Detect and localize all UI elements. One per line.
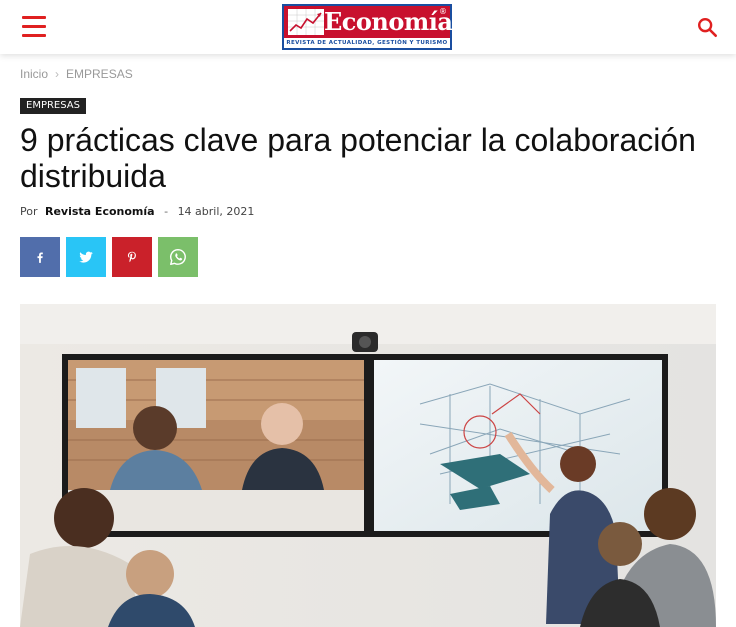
- featured-image: [20, 304, 716, 627]
- facebook-icon: [37, 252, 43, 263]
- author-link[interactable]: Revista Economía: [45, 205, 155, 218]
- by-label: Por: [20, 205, 38, 218]
- hamburger-icon[interactable]: [22, 16, 46, 38]
- logo-tagline: REVISTA DE ACTUALIDAD, GESTIÓN Y TURISMO: [286, 40, 448, 46]
- pinterest-icon: [127, 251, 136, 263]
- registered-mark: ®: [439, 7, 447, 16]
- breadcrumb-separator: ›: [55, 67, 60, 81]
- logo-title: Economía: [324, 7, 453, 36]
- breadcrumb: Inicio › EMPRESAS: [20, 67, 133, 81]
- facebook-share-button[interactable]: [20, 237, 60, 277]
- publish-date: 14 abril, 2021: [177, 205, 255, 218]
- whatsapp-icon: [170, 248, 186, 266]
- top-bar: Economía ® REVISTA DE ACTUALIDAD, GESTIÓ…: [0, 0, 736, 54]
- article-meta: Por Revista Economía - 14 abril, 2021: [20, 205, 254, 218]
- chart-icon: [288, 9, 324, 35]
- meta-separator: -: [164, 205, 169, 218]
- logo-banner: Economía ®: [284, 6, 453, 38]
- twitter-share-button[interactable]: [66, 237, 106, 277]
- whatsapp-share-button[interactable]: [158, 237, 198, 277]
- category-badge[interactable]: EMPRESAS: [20, 98, 86, 114]
- search-icon[interactable]: [696, 16, 718, 38]
- twitter-icon: [79, 251, 93, 263]
- breadcrumb-current-link[interactable]: EMPRESAS: [66, 67, 133, 81]
- pinterest-share-button[interactable]: [112, 237, 152, 277]
- article-title: 9 prácticas clave para potenciar la cola…: [20, 122, 696, 194]
- breadcrumb-home-link[interactable]: Inicio: [20, 67, 48, 81]
- site-logo[interactable]: Economía ® REVISTA DE ACTUALIDAD, GESTIÓ…: [282, 4, 453, 50]
